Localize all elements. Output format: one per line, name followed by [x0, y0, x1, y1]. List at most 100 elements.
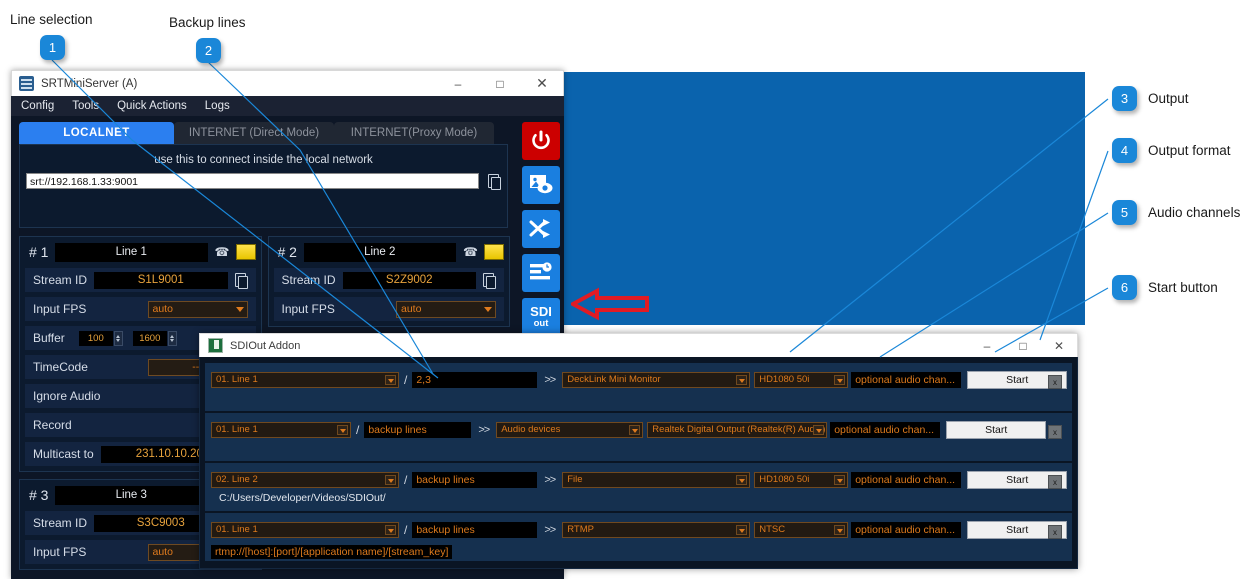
- line-panel-2: # 2 Line 2 ☎ Stream ID S2Z9002 Input FPS: [267, 236, 510, 327]
- row-4-rtmp-url[interactable]: rtmp://[host]:[port]/[application name]/…: [211, 545, 453, 559]
- row-1-remove-button[interactable]: x: [1048, 375, 1062, 389]
- line-1-buffer-min-stepper[interactable]: [113, 330, 123, 346]
- row-3-line-combo[interactable]: 02. Line 2: [211, 471, 399, 488]
- row-4-audio-input[interactable]: optional audio chan...: [851, 521, 962, 538]
- row-1-line-combo[interactable]: 01. Line 1: [211, 371, 399, 388]
- row-4-format-combo[interactable]: NTSC: [754, 521, 849, 538]
- status-led: [484, 244, 504, 260]
- line-1-multicast-label: Multicast to: [33, 447, 94, 461]
- copy-icon[interactable]: [482, 272, 496, 289]
- line-1-buffer-max-stepper[interactable]: [167, 330, 177, 346]
- row-3-output-value: File: [567, 473, 583, 485]
- menu-item-tools[interactable]: Tools: [72, 100, 99, 112]
- row-arrow: >>: [544, 473, 556, 486]
- status-led: [235, 244, 256, 260]
- row-1-format-combo[interactable]: HD1080 50i: [754, 371, 849, 388]
- schedule-list-icon[interactable]: [522, 254, 560, 292]
- srt-window-titlebar[interactable]: SRTMiniServer (A) – □ ✕: [11, 70, 564, 96]
- row-4-line-combo[interactable]: 01. Line 1: [211, 521, 399, 538]
- line-1-fps-label: Input FPS: [33, 302, 87, 316]
- row-4-remove-button[interactable]: x: [1048, 525, 1062, 539]
- tab-internet-proxy[interactable]: INTERNET(Proxy Mode): [334, 122, 494, 144]
- row-2-output-combo[interactable]: Audio devices: [496, 421, 644, 438]
- row-1-backup-input[interactable]: 2,3: [412, 371, 538, 388]
- sdiout-row: 01. Line 1 / 2,3 >> DeckLink Mini Monito…: [205, 363, 1072, 411]
- connection-tabs: LOCALNET INTERNET (Direct Mode) INTERNET…: [19, 122, 514, 144]
- row-4-output-combo[interactable]: RTMP: [562, 521, 751, 538]
- row-4-line-value: 01. Line 1: [216, 523, 258, 535]
- row-2-remove-button[interactable]: x: [1048, 425, 1062, 439]
- row-3-file-path[interactable]: C:/Users/Developer/Videos/SDIOut/: [205, 492, 1072, 504]
- phone-icon[interactable]: ☎: [215, 245, 230, 259]
- row-3-audio-input[interactable]: optional audio chan...: [851, 471, 962, 488]
- line-1-streamid-value[interactable]: S1L9001: [94, 271, 228, 289]
- row-2-start-button[interactable]: Start: [946, 420, 1047, 439]
- row-separator: /: [404, 522, 408, 537]
- sdiout-titlebar[interactable]: SDIOut Addon – □ ✕: [199, 333, 1078, 357]
- copy-icon[interactable]: [487, 173, 501, 190]
- chevron-down-icon: [834, 524, 846, 535]
- menu-bar: Config Tools Quick Actions Logs: [11, 96, 564, 116]
- line-1-record-label[interactable]: Record: [33, 418, 72, 432]
- line-3-fps-value: auto: [152, 545, 173, 558]
- callout-number-6: 6: [1112, 275, 1137, 300]
- line-2-streamid-value[interactable]: S2Z9002: [342, 271, 476, 289]
- row-1-output-combo[interactable]: DeckLink Mini Monitor: [562, 371, 751, 388]
- menu-item-logs[interactable]: Logs: [205, 100, 230, 112]
- row-separator: /: [404, 472, 408, 487]
- row-2-line-combo[interactable]: 01. Line 1: [211, 421, 351, 438]
- copy-icon[interactable]: [234, 272, 248, 289]
- line-1-fps-combo[interactable]: auto: [147, 300, 248, 318]
- close-button[interactable]: ✕: [521, 71, 563, 97]
- sdiout-close-button[interactable]: ✕: [1041, 334, 1077, 358]
- row-4-backup-input[interactable]: backup lines: [412, 521, 538, 538]
- maximize-button[interactable]: □: [479, 71, 521, 97]
- row-3-remove-button[interactable]: x: [1048, 475, 1062, 489]
- row-2-backup-input[interactable]: backup lines: [364, 421, 472, 438]
- row-1-audio-input[interactable]: optional audio chan...: [851, 371, 962, 388]
- row-3-output-combo[interactable]: File: [562, 471, 751, 488]
- sdiout-maximize-button[interactable]: □: [1005, 334, 1041, 358]
- row-3-format-combo[interactable]: HD1080 50i: [754, 471, 849, 488]
- line-1-name[interactable]: Line 1: [55, 242, 208, 262]
- phone-icon[interactable]: ☎: [463, 245, 478, 259]
- row-1-line-value: 01. Line 1: [216, 373, 258, 385]
- callout-title-1: Line selection: [10, 12, 93, 27]
- connection-url-input[interactable]: srt://192.168.1.33:9001: [26, 173, 479, 189]
- line-2-name[interactable]: Line 2: [303, 242, 456, 262]
- power-icon[interactable]: [522, 122, 560, 160]
- minimize-button[interactable]: –: [437, 71, 479, 97]
- sdiout-rows-container: 01. Line 1 / 2,3 >> DeckLink Mini Monito…: [199, 357, 1078, 569]
- tab-localnet[interactable]: LOCALNET: [19, 122, 174, 144]
- sdiout-minimize-button[interactable]: –: [969, 334, 1005, 358]
- row-2-format-combo[interactable]: Realtek Digital Output (Realtek(R) Audio…: [647, 421, 828, 438]
- callout-number-3: 3: [1112, 86, 1137, 111]
- callout-badge-2: 2: [196, 38, 221, 63]
- chevron-down-icon: [834, 374, 846, 385]
- row-2-audio-input[interactable]: optional audio chan...: [830, 421, 941, 438]
- chevron-down-icon: [484, 306, 492, 312]
- menu-item-config[interactable]: Config: [21, 100, 54, 112]
- line-2-fps-label: Input FPS: [281, 302, 335, 316]
- line-1-buffer-min[interactable]: 100: [78, 330, 113, 346]
- preview-image-icon[interactable]: [522, 166, 560, 204]
- sdi-out-icon[interactable]: SDI out: [522, 298, 560, 336]
- sdiout-app-icon: [208, 338, 223, 353]
- sdiout-row: 01. Line 1 / backup lines >> RTMP NTSC o…: [205, 513, 1072, 561]
- chevron-down-icon: [834, 474, 846, 485]
- row-2-output-value: Audio devices: [501, 423, 561, 435]
- menu-item-quick-actions[interactable]: Quick Actions: [117, 100, 187, 112]
- line-1-ignore-audio-label[interactable]: Ignore Audio: [33, 389, 100, 403]
- line-1-buffer-max[interactable]: 1600: [132, 330, 167, 346]
- shuffle-icon[interactable]: [522, 210, 560, 248]
- chevron-down-icon: [337, 424, 348, 435]
- callout-title-2: Backup lines: [169, 15, 246, 30]
- line-2-fps-value: auto: [401, 302, 422, 315]
- line-1-timecode-label: TimeCode: [33, 360, 88, 374]
- line-3-number: # 3: [29, 487, 49, 503]
- line-1-streamid-label: Stream ID: [33, 273, 88, 287]
- line-3-name[interactable]: Line 3: [55, 485, 208, 505]
- row-3-backup-input[interactable]: backup lines: [412, 471, 538, 488]
- tab-internet-direct[interactable]: INTERNET (Direct Mode): [174, 122, 334, 144]
- line-2-fps-combo[interactable]: auto: [396, 300, 496, 318]
